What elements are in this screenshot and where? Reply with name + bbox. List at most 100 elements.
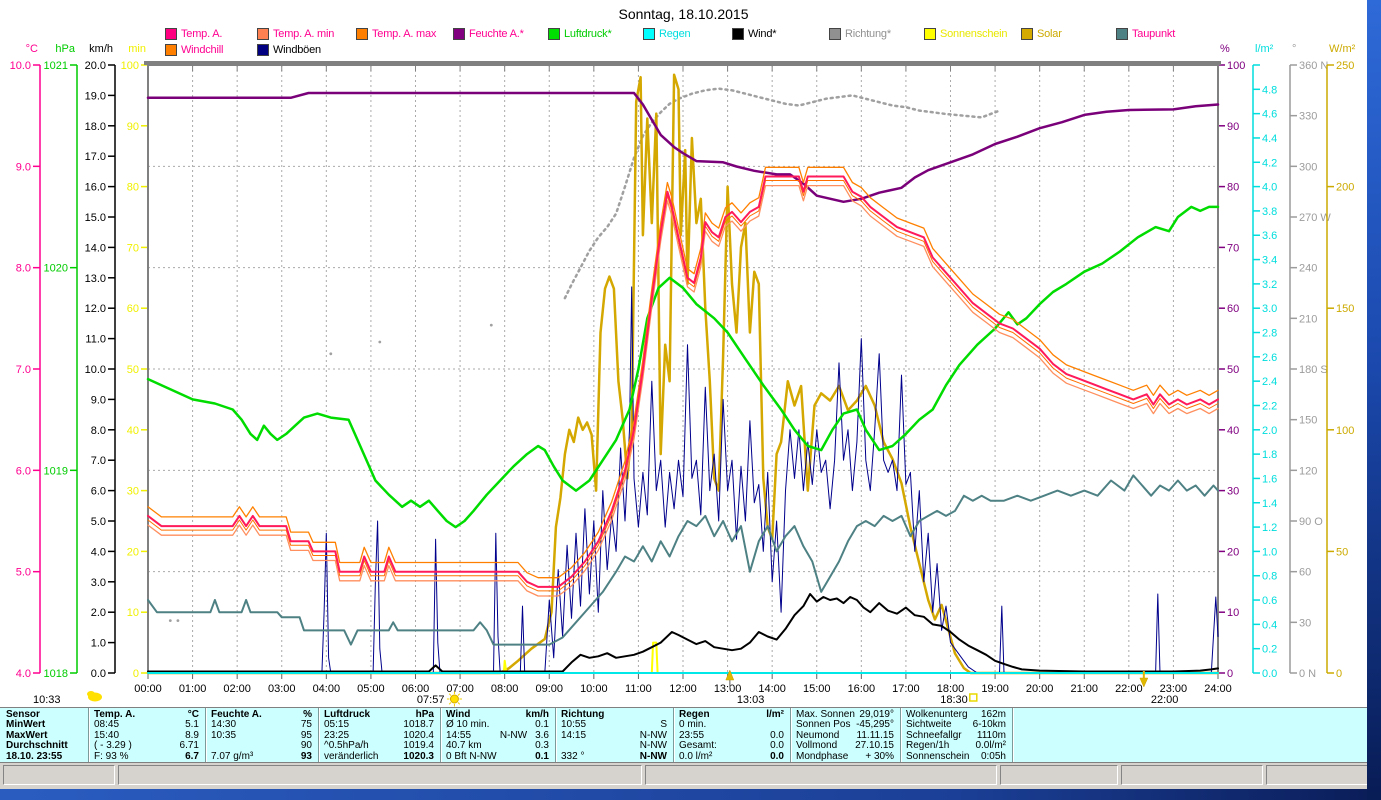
table-column: Wind km/h Ø 10 min. 0.1 14:55 N-NW 3.6 40.7 km 0…: [440, 709, 555, 762]
table-separator: [790, 708, 792, 762]
status-segment: [1121, 765, 1263, 785]
svg-text:20: 20: [127, 546, 139, 558]
svg-text:2.4: 2.4: [1262, 376, 1277, 388]
table-row: ^0.5hPa/h 1019.4: [318, 740, 440, 751]
series-Richtung: [563, 87, 1001, 300]
svg-text:6.0: 6.0: [16, 465, 31, 477]
svg-text:30: 30: [127, 486, 139, 498]
svg-text:70: 70: [1227, 242, 1239, 254]
svg-text:180 S: 180 S: [1299, 364, 1328, 376]
svg-text:2.0: 2.0: [91, 607, 106, 619]
legend-swatch: [165, 28, 177, 40]
svg-text:11:00: 11:00: [625, 683, 652, 695]
stats-table: Sensor MinWert MaxWert Durchschnitt 18.10. 2…: [0, 707, 1367, 763]
svg-text:150: 150: [1299, 415, 1317, 427]
legend-item: Richtung*: [829, 28, 891, 40]
table-separator: [900, 708, 902, 762]
table-row: 40.7 km 0.3: [440, 740, 555, 751]
legend-label: Windböen: [273, 44, 321, 56]
axis-W/m²: 050100150200250W/m²: [1326, 43, 1356, 680]
svg-text:4.2: 4.2: [1262, 157, 1277, 169]
svg-text:16:00: 16:00: [848, 683, 876, 695]
legend-item: Regen: [643, 28, 691, 40]
table-row: Sonnenschein 0:05h: [900, 750, 1012, 762]
svg-text:0.6: 0.6: [1262, 595, 1277, 607]
svg-text:20:00: 20:00: [1026, 683, 1054, 695]
svg-text:60: 60: [1299, 567, 1311, 579]
svg-text:7.0: 7.0: [16, 364, 31, 376]
svg-text:1.0: 1.0: [91, 638, 106, 650]
desktop-edge-bottom: [0, 789, 1367, 800]
svg-text:2.0: 2.0: [1262, 425, 1277, 437]
legend-item: Solar: [1021, 28, 1062, 40]
legend-item: Temp. A. min: [257, 28, 334, 40]
svg-text:200: 200: [1336, 182, 1354, 194]
svg-text:0.0: 0.0: [1262, 668, 1277, 680]
axis-%: 0102030405060708090100%: [1218, 43, 1245, 680]
svg-text:07:00: 07:00: [446, 683, 474, 695]
svg-text:15.0: 15.0: [85, 212, 106, 224]
table-cell-value: 6.7: [185, 750, 199, 762]
legend-swatch: [257, 44, 269, 56]
table-cell-label: F: 93 %: [94, 750, 129, 762]
svg-text:3.8: 3.8: [1262, 206, 1277, 218]
svg-text:240: 240: [1299, 263, 1317, 275]
table-cell-label: 7.07 g/m³: [211, 750, 254, 762]
legend-swatch: [924, 28, 936, 40]
status-segment: [645, 765, 997, 785]
table-column: Wolkenunterg 162m Sichtweite 6-10km Schneefa…: [900, 709, 1012, 762]
svg-text:3.0: 3.0: [91, 577, 106, 589]
svg-text:0.0: 0.0: [91, 668, 106, 680]
svg-text:0: 0: [1227, 668, 1233, 680]
table-row: 18.10. 23:55: [0, 751, 88, 762]
legend-label: Richtung*: [845, 28, 891, 40]
svg-text:10.0: 10.0: [10, 60, 31, 72]
table-column: Max. Sonnen 29,019° Sonnen Pos -45,295° Neum…: [790, 709, 900, 762]
table-cell-label: 0 Bft N-NW: [446, 750, 497, 762]
legend-swatch: [1021, 28, 1033, 40]
svg-text:100: 100: [121, 60, 139, 72]
svg-text:04:00: 04:00: [313, 683, 341, 695]
axis-hPa: 1018101910201021hPa: [44, 43, 78, 680]
table-cell-value: 0.1: [535, 750, 549, 762]
svg-text:3.6: 3.6: [1262, 230, 1277, 242]
svg-text:0: 0: [1336, 668, 1342, 680]
table-row: Regen/1h 0.0l/m²: [900, 740, 1012, 751]
table-row: Durchschnitt: [0, 740, 88, 751]
svg-text:4.6: 4.6: [1262, 109, 1277, 121]
legend-label: Taupunkt: [1132, 28, 1176, 40]
svg-text:1021: 1021: [44, 60, 68, 72]
svg-text:0.8: 0.8: [1262, 571, 1277, 583]
svg-text:20.0: 20.0: [85, 60, 106, 72]
svg-text:0.2: 0.2: [1262, 644, 1277, 656]
svg-text:8.0: 8.0: [91, 425, 106, 437]
legend-swatch: [356, 28, 368, 40]
svg-text:3.2: 3.2: [1262, 279, 1277, 291]
legend-swatch: [548, 28, 560, 40]
svg-text:120: 120: [1299, 465, 1317, 477]
svg-text:6.0: 6.0: [91, 486, 106, 498]
status-segment: [1266, 765, 1376, 785]
svg-text:10.0: 10.0: [85, 364, 106, 376]
svg-text:22:00: 22:00: [1151, 694, 1179, 706]
legend-label: Windchill: [181, 44, 224, 56]
table-row: N-NW: [555, 740, 673, 751]
svg-text:17:00: 17:00: [892, 683, 920, 695]
legend-label: Luftdruck*: [564, 28, 612, 40]
svg-text:0 N: 0 N: [1299, 668, 1316, 680]
table-row: 332 ° N-NW: [555, 751, 673, 762]
svg-text:9.0: 9.0: [16, 161, 31, 173]
svg-text:250: 250: [1336, 60, 1354, 72]
table-separator: [555, 708, 557, 762]
table-column: Sensor MinWert MaxWert Durchschnitt 18.10. 2…: [0, 709, 88, 762]
legend-item: Temp. A.: [165, 28, 222, 40]
table-cell-value: 0:05h: [980, 750, 1006, 762]
svg-text:1.2: 1.2: [1262, 522, 1277, 534]
table-row: 90: [205, 740, 318, 751]
legend-item: Wind*: [732, 28, 777, 40]
svg-text:1018: 1018: [44, 668, 68, 680]
table-row: veränderlich 1020.3: [318, 751, 440, 762]
series-Solar: [146, 73, 1220, 675]
legend-label: Regen: [659, 28, 691, 40]
table-row: Vollmond 27.10.15: [790, 740, 900, 751]
